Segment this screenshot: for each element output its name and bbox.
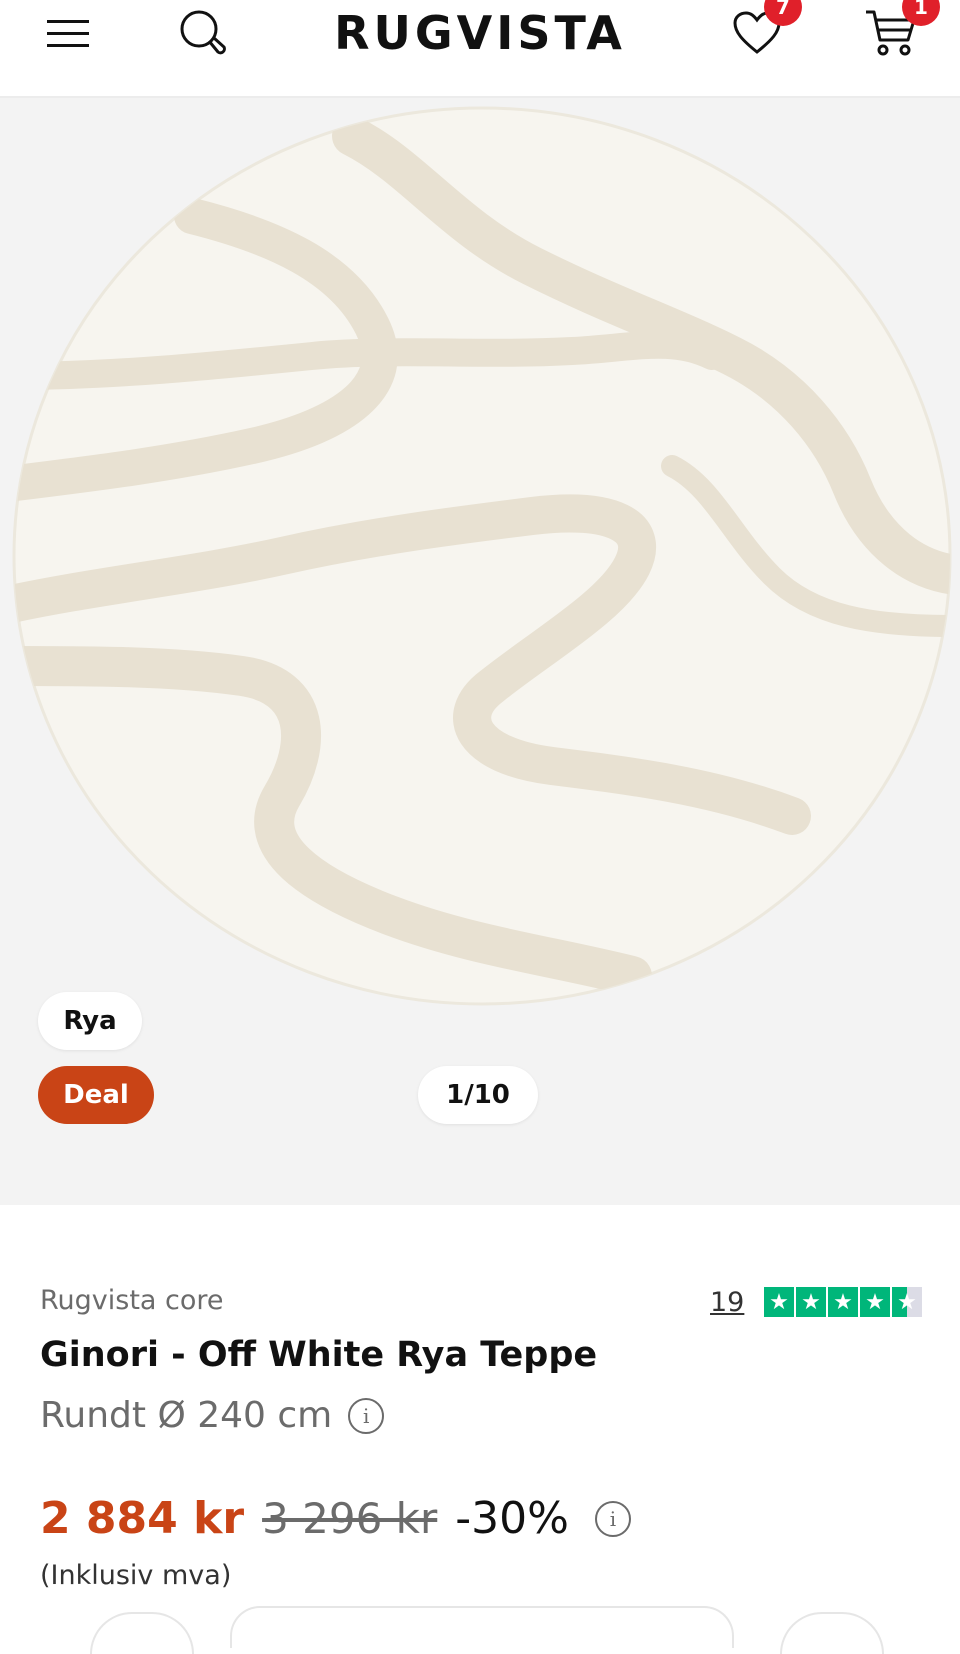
star-icon: ★ [796,1287,826,1317]
bottom-button-center[interactable] [230,1606,734,1648]
product-brand[interactable]: Rugvista core [40,1285,224,1316]
bottom-button-left[interactable] [90,1612,194,1654]
star-icon: ★ [828,1287,858,1317]
site-logo[interactable]: RUGVISTA [0,6,960,60]
size-info-icon[interactable]: i [348,1397,385,1434]
price-row: 2 884 kr 3 296 kr -30% i [40,1493,631,1544]
cart-button[interactable]: 1 [864,0,944,64]
top-header: RUGVISTA 7 1 [0,0,960,98]
product-title: Ginori - Off White Rya Teppe [40,1335,598,1375]
current-price: 2 884 kr [40,1493,245,1544]
bottom-button-right[interactable] [780,1612,884,1654]
product-image-rug[interactable] [12,106,952,1006]
product-size-label: Rundt Ø 240 cm [40,1395,333,1436]
product-image-gallery[interactable]: Rya Deal 1/10 [0,98,960,1205]
product-size: Rundt Ø 240 cm i [40,1395,385,1436]
star-icon: ★ [764,1287,794,1317]
half-star-icon: ★ [892,1287,922,1317]
original-price: 3 296 kr [262,1494,438,1543]
trustpilot-rating[interactable]: ★ ★ ★ ★ ★ [764,1287,922,1317]
review-count-link[interactable]: 19 [710,1287,744,1318]
product-info: Rugvista core 19 ★ ★ ★ ★ ★ Ginori - Off … [0,1205,960,1627]
wishlist-button[interactable]: 7 [730,0,810,64]
vat-note: (Inklusiv mva) [40,1560,232,1591]
bottom-action-bar [0,1604,960,1654]
deal-chip: Deal [38,1066,154,1124]
material-chip: Rya [38,992,142,1050]
price-info-icon[interactable]: i [594,1500,631,1537]
star-icon: ★ [860,1287,890,1317]
discount-percent: -30% [455,1493,569,1544]
image-counter: 1/10 [418,1066,538,1124]
